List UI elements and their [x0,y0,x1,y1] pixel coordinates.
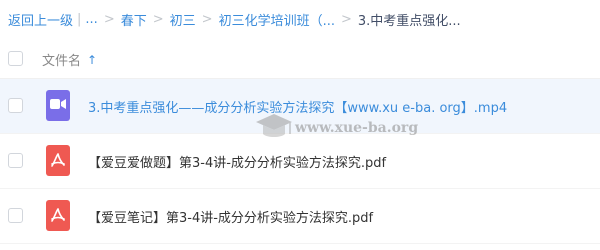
breadcrumb-item-spring[interactable]: 春下 [121,10,147,29]
video-file-icon [46,90,70,121]
breadcrumb-separator: > [103,11,115,27]
filename-column-label: 文件名 [42,54,82,69]
breadcrumb-separator: > [152,11,164,27]
pdf-file-icon [46,200,70,231]
file-name-link[interactable]: 【爱豆笔记】第3-4讲-成分分析实验方法探究.pdf [88,207,373,226]
file-name-link[interactable]: 【爱豆爱做题】第3-4讲-成分分析实验方法探究.pdf [88,152,386,171]
graduation-cap-icon [256,114,292,137]
breadcrumb-divider: | [77,11,82,27]
back-link[interactable]: 返回上一级 [8,10,73,29]
filename-column-header[interactable]: 文件名 ↑ [42,50,97,70]
file-row[interactable]: 【爱豆笔记】第3-4讲-成分分析实验方法探究.pdf [0,189,600,244]
select-all-checkbox[interactable] [8,51,23,66]
pdf-file-icon [46,145,70,176]
breadcrumb-separator: > [201,11,213,27]
breadcrumb-current: 3.中考重点强化... [357,13,461,29]
breadcrumb: 返回上一级 | ... > 春下 > 初三 > 初三化学培训班（... > 3.… [8,9,461,29]
row-checkbox[interactable] [8,153,23,168]
breadcrumb-ellipsis[interactable]: ... [85,12,97,27]
row-checkbox[interactable] [8,208,23,223]
row-checkbox[interactable] [8,98,23,113]
breadcrumb-separator: > [340,11,352,27]
breadcrumb-item-grade[interactable]: 初三 [170,10,196,29]
site-watermark: www.xue-ba.org [255,110,430,154]
breadcrumb-item-class[interactable]: 初三化学培训班（... [219,10,335,29]
file-list-header: 文件名 ↑ [0,40,600,79]
sort-arrow-icon[interactable]: ↑ [87,53,97,67]
watermark-text: www.xue-ba.org [295,120,419,136]
